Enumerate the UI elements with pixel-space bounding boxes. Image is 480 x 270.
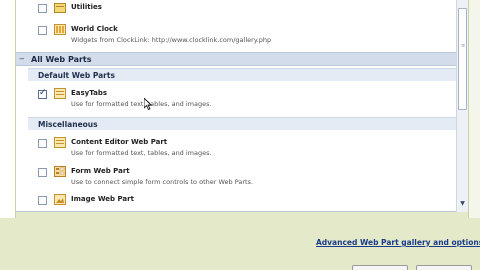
item-title: Utilities xyxy=(71,3,102,11)
item-description: Use to connect simple form controls to o… xyxy=(71,178,253,186)
add-button[interactable] xyxy=(352,265,408,270)
scroll-down-arrow-icon[interactable]: ▼ xyxy=(458,199,467,208)
webpart-icon xyxy=(54,88,66,99)
list-item-easytabs[interactable]: ✓ EasyTabs Use for formatted text, table… xyxy=(16,88,456,110)
list-item-content-editor[interactable]: Content Editor Web Part Use for formatte… xyxy=(16,137,456,159)
webpart-icon xyxy=(54,137,66,148)
folder-icon xyxy=(54,3,66,13)
mouse-cursor-icon xyxy=(144,98,152,110)
checkbox[interactable] xyxy=(38,196,47,205)
list-item-image-web-part[interactable]: Image Web Part xyxy=(16,194,456,211)
checkmark-icon: ✓ xyxy=(39,88,47,98)
collapse-icon[interactable]: − xyxy=(19,55,25,63)
checkbox[interactable] xyxy=(38,139,47,148)
item-description: Widgets from ClockLink: http://www.clock… xyxy=(71,36,272,44)
list-item-world-clock[interactable]: World Clock Widgets from ClockLink: http… xyxy=(16,24,456,46)
item-title: World Clock xyxy=(71,25,118,33)
scrollbar-thumb[interactable]: ≡ xyxy=(458,8,467,110)
item-description: Use for formatted text, tables, and imag… xyxy=(71,100,212,108)
webpart-icon xyxy=(54,24,66,35)
checkbox[interactable]: ✓ xyxy=(38,88,47,99)
list-item-utilities[interactable]: Utilities xyxy=(16,2,456,24)
item-title: Form Web Part xyxy=(71,167,130,175)
advanced-gallery-link[interactable]: Advanced Web Part gallery and options xyxy=(316,238,480,247)
vertical-scrollbar[interactable]: ≡ ▼ xyxy=(456,0,468,212)
item-title: Content Editor Web Part xyxy=(71,138,168,146)
list-item-form-web-part[interactable]: Form Web Part Use to connect simple form… xyxy=(16,166,456,188)
category-header-miscellaneous: Miscellaneous xyxy=(28,117,456,130)
group-label: All Web Parts xyxy=(31,55,92,64)
right-margin xyxy=(468,0,480,218)
category-header-default: Default Web Parts xyxy=(28,68,456,81)
checkbox[interactable] xyxy=(38,4,47,13)
checkbox[interactable] xyxy=(38,26,47,35)
web-part-list-panel: Utilities World Clock Widgets from Clock… xyxy=(16,0,456,212)
category-label: Default Web Parts xyxy=(38,71,115,80)
cancel-button[interactable] xyxy=(416,265,472,270)
checkbox[interactable] xyxy=(38,168,47,177)
item-description: Use for formatted text, tables, and imag… xyxy=(71,149,212,157)
image-icon xyxy=(54,194,66,205)
form-icon xyxy=(54,166,66,177)
category-label: Miscellaneous xyxy=(38,120,98,129)
left-margin xyxy=(0,0,16,218)
item-title: EasyTabs xyxy=(71,89,108,97)
all-web-parts-header[interactable]: − All Web Parts xyxy=(16,52,456,66)
grip-icon: ≡ xyxy=(461,43,466,49)
item-title: Image Web Part xyxy=(71,195,134,203)
